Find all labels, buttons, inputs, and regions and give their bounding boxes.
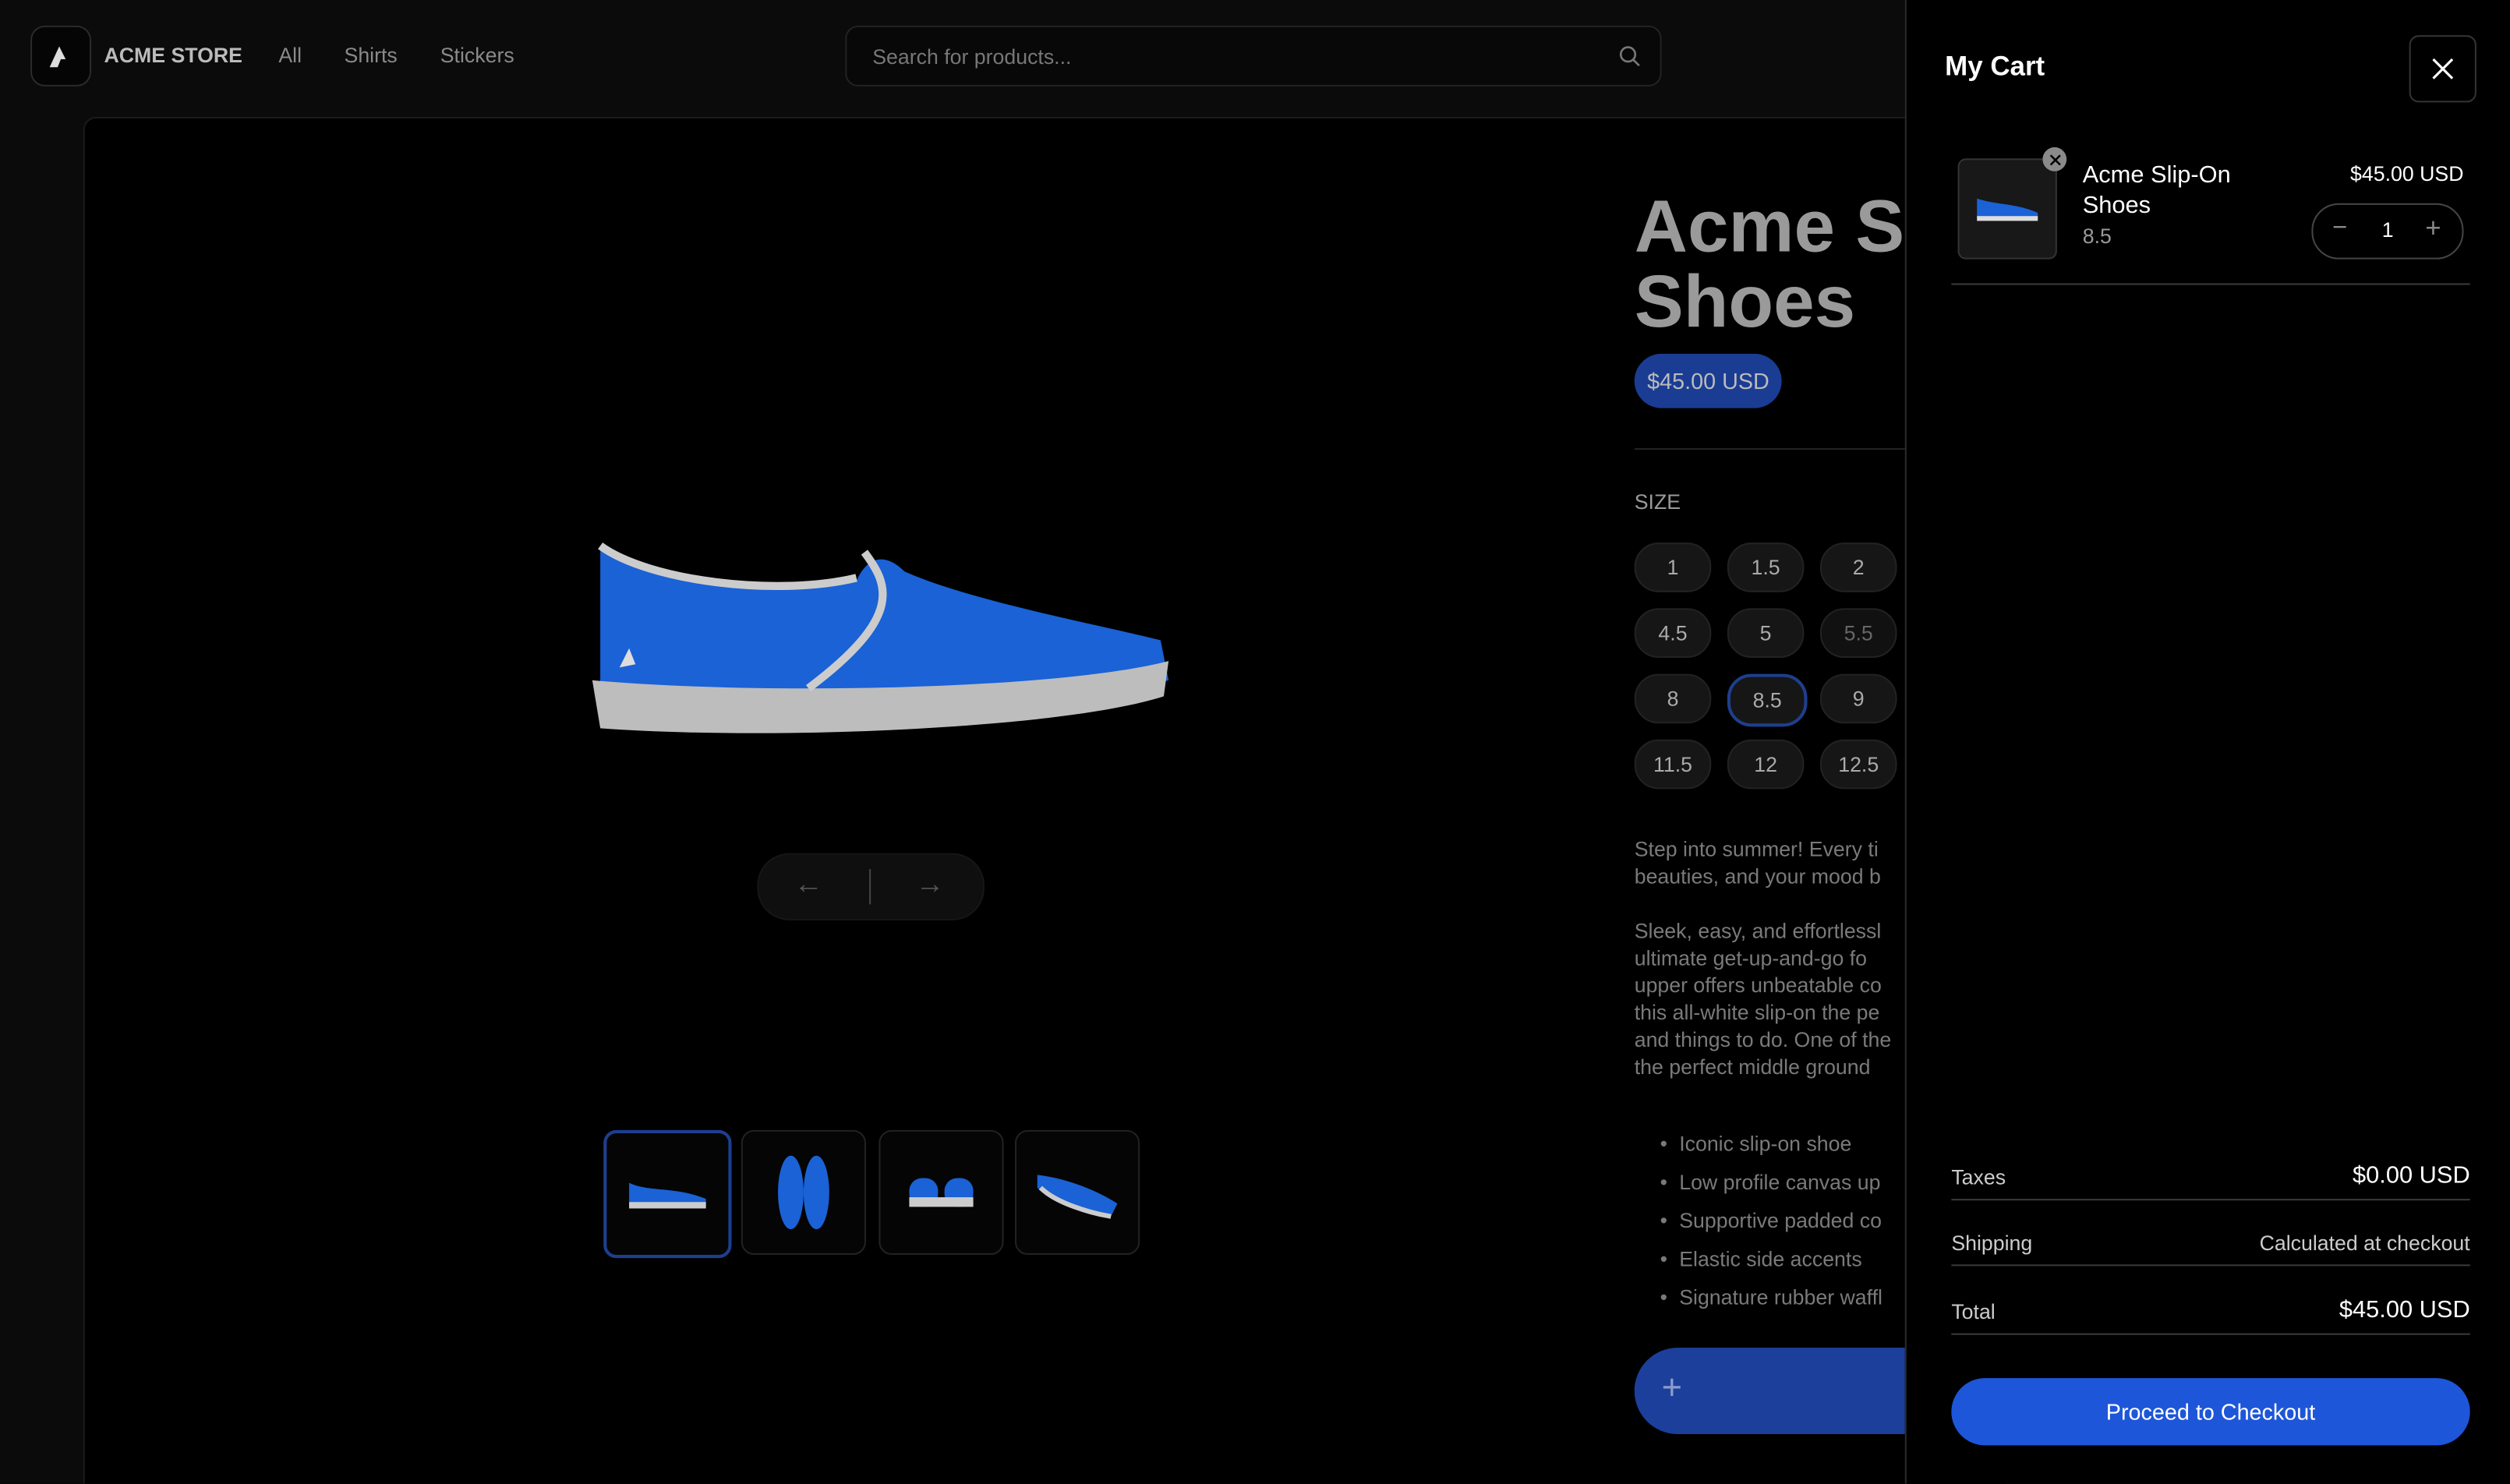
size-option[interactable]: 5.5 <box>1819 608 1897 659</box>
thumbnail-3[interactable] <box>878 1129 1004 1256</box>
product-title-line: Acme S <box>1634 189 1905 267</box>
description-line: Sleek, easy, and effortlessl <box>1634 918 1882 943</box>
shipping-value: Calculated at checkout <box>2259 1231 2470 1256</box>
size-option[interactable]: 9 <box>1819 673 1897 724</box>
shoe-top-icon <box>778 1155 829 1230</box>
quantity-value: 1 <box>2381 217 2394 242</box>
shoe-side-icon <box>629 1182 706 1209</box>
feature-bullet: Signature rubber waffl <box>1660 1285 1882 1309</box>
size-option[interactable]: 12 <box>1727 739 1805 790</box>
nav-link-shirts[interactable]: Shirts <box>345 43 398 67</box>
shipping-row: Shipping Calculated at checkout <box>1951 1197 2470 1267</box>
plus-icon[interactable]: + <box>2425 213 2441 245</box>
cart-item-name[interactable]: Acme Slip-On Shoes <box>2083 160 2231 221</box>
logo-icon <box>49 46 66 68</box>
total-value: $45.00 USD <box>2339 1296 2470 1324</box>
taxes-row: Taxes $0.00 USD <box>1951 1132 2470 1201</box>
shoe-angle-icon <box>1037 1175 1118 1219</box>
cart-panel: My Cart Acme Slip-On Shoes 8.5 $45.00 USD… <box>1904 0 2510 1484</box>
minus-icon[interactable]: − <box>2332 214 2347 243</box>
cart-item-variant: 8.5 <box>2082 224 2112 249</box>
description-line: upper offers unbeatable co <box>1634 973 1882 998</box>
description-line: ultimate get-up-and-go fo <box>1634 945 1868 970</box>
cart-item-price: $45.00 USD <box>2350 161 2464 186</box>
price-badge: $45.00 USD <box>1634 353 1783 408</box>
divider <box>869 869 871 905</box>
cart-item-name-line: Shoes <box>2082 192 2151 220</box>
taxes-value: $0.00 USD <box>2353 1161 2470 1189</box>
cart-item-name-line: Acme Slip-On <box>2082 161 2231 189</box>
feature-bullet: Elastic side accents <box>1660 1247 1862 1271</box>
shoe-back-icon <box>909 1178 974 1207</box>
size-option[interactable]: 8 <box>1634 673 1712 724</box>
search-icon[interactable] <box>1618 45 1641 68</box>
product-title-line: Shoes <box>1634 259 1856 340</box>
close-icon <box>2432 58 2454 80</box>
checkout-button[interactable]: Proceed to Checkout <box>1951 1378 2470 1446</box>
size-option[interactable]: 4.5 <box>1634 608 1712 659</box>
size-label: SIZE <box>1634 489 1681 514</box>
feature-bullet: Low profile canvas up <box>1660 1170 1881 1194</box>
quantity-stepper: − 1 + <box>2311 203 2464 260</box>
cart-item-image <box>1957 158 2057 260</box>
description-line: the perfect middle ground <box>1634 1055 1871 1079</box>
total-row: Total $45.00 USD <box>1951 1266 2470 1335</box>
taxes-label: Taxes <box>1951 1165 2006 1189</box>
search-placeholder: Search for products... <box>872 44 1072 69</box>
search-input[interactable]: Search for products... <box>845 25 1662 87</box>
remove-icon <box>2049 154 2060 165</box>
arrow-left-icon[interactable]: ← <box>794 867 823 901</box>
arrow-right-icon[interactable]: → <box>916 867 945 901</box>
store-logo[interactable] <box>30 25 92 87</box>
size-option[interactable]: 8.5 <box>1727 673 1808 727</box>
shoe-icon <box>1977 197 2038 221</box>
nav-link-all[interactable]: All <box>278 43 302 67</box>
close-cart-button[interactable] <box>2409 35 2476 103</box>
thumbnail-1[interactable] <box>603 1129 732 1259</box>
cart-title: My Cart <box>1945 51 2045 82</box>
size-option[interactable]: 2 <box>1819 542 1897 592</box>
brand-name[interactable]: ACME STORE <box>104 43 242 67</box>
image-carousel-controls: ← → <box>757 853 985 920</box>
size-option[interactable]: 1.5 <box>1727 542 1805 592</box>
description-line: Step into summer! Every ti <box>1634 837 1879 861</box>
size-option[interactable]: 1 <box>1634 542 1712 592</box>
description-line: this all-white slip-on the pe <box>1634 1000 1880 1025</box>
size-option[interactable]: 11.5 <box>1634 739 1712 790</box>
size-option[interactable]: 12.5 <box>1819 739 1897 790</box>
product-image <box>592 542 1169 733</box>
divider <box>1951 283 2470 285</box>
thumbnail-2[interactable] <box>741 1129 866 1256</box>
feature-bullet: Supportive padded co <box>1660 1208 1881 1232</box>
remove-item-button[interactable] <box>2042 147 2067 171</box>
nav-link-stickers[interactable]: Stickers <box>440 43 514 67</box>
plus-icon: + <box>1661 1366 1683 1408</box>
shipping-label: Shipping <box>1951 1231 2033 1256</box>
divider <box>1634 448 1907 450</box>
description-line: and things to do. One of the <box>1634 1027 1892 1052</box>
feature-bullet: Iconic slip-on shoe <box>1660 1132 1852 1156</box>
description-line: beauties, and your mood b <box>1634 864 1881 889</box>
size-option[interactable]: 5 <box>1727 608 1805 659</box>
product-title: Acme S Shoes <box>1635 189 1907 339</box>
total-label: Total <box>1951 1299 1996 1324</box>
thumbnail-4[interactable] <box>1014 1129 1140 1256</box>
